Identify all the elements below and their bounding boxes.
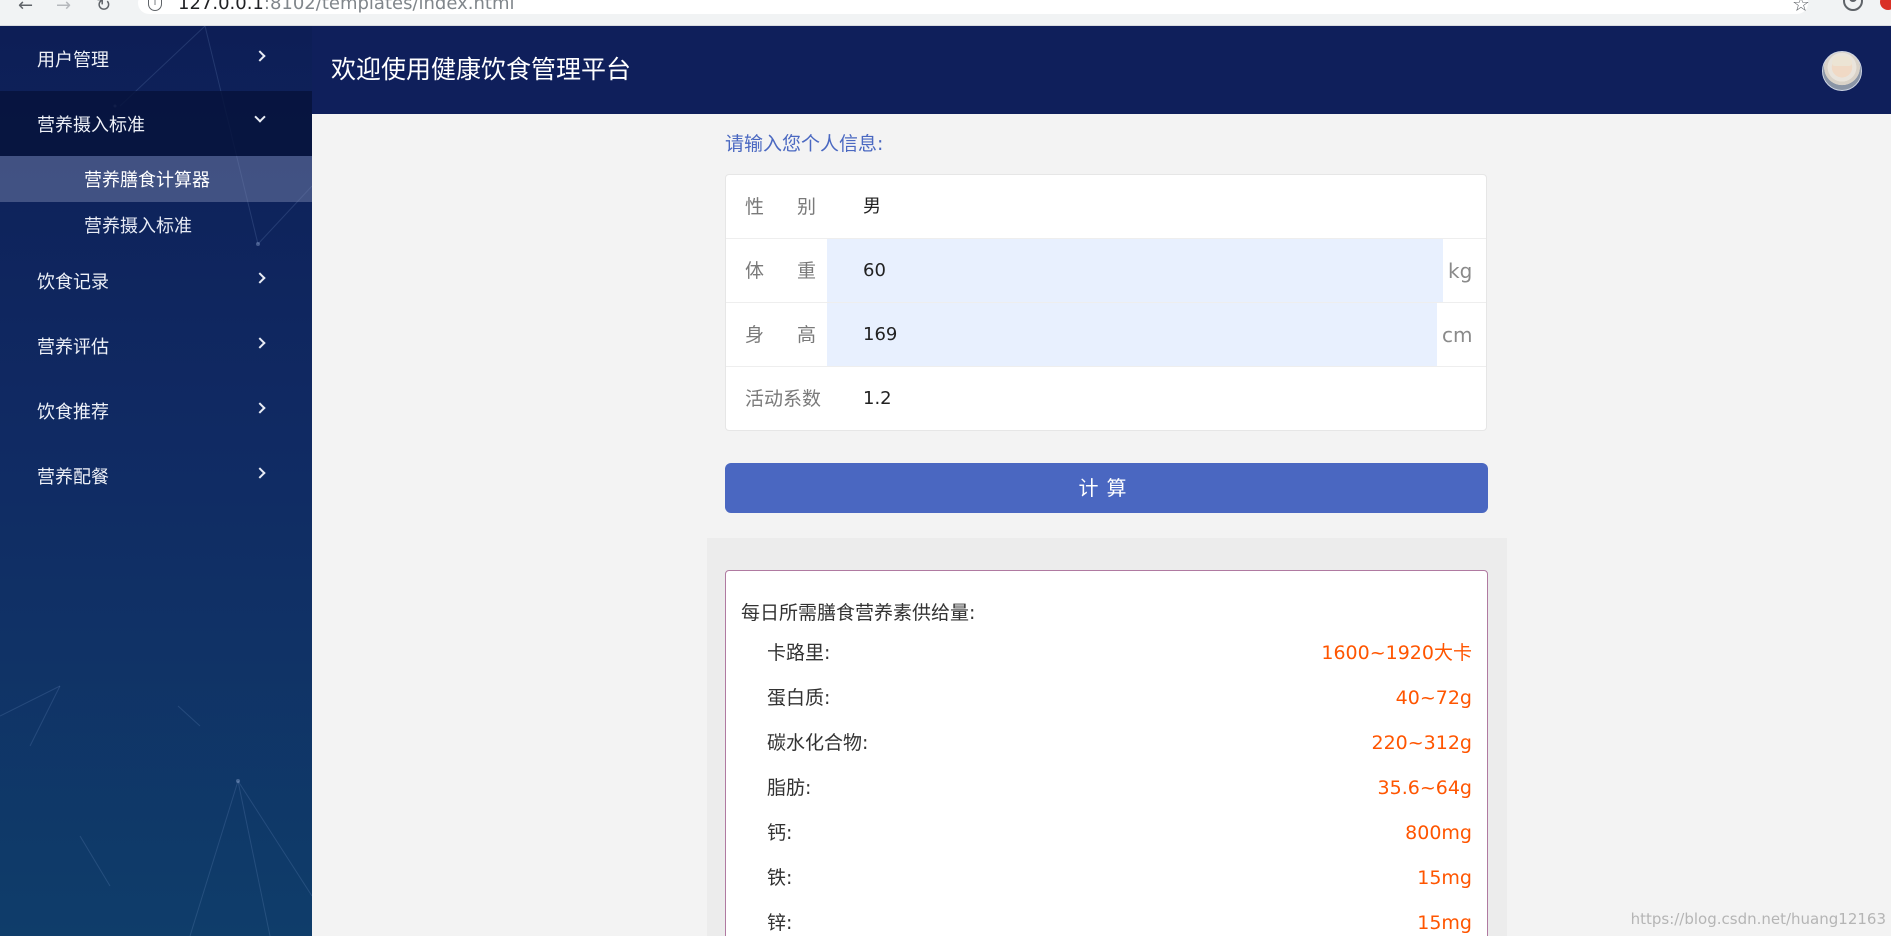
result-panel: 每日所需膳食营养素供给量: 卡路里: 1600~1920大卡 蛋白质: 40~7… — [707, 538, 1507, 936]
result-value: 40~72g — [1395, 687, 1472, 709]
sidebar-item-label: 营养摄入标准 — [37, 114, 145, 136]
activity-row: 活动系数 1.2 — [726, 367, 1486, 431]
result-row-zinc: 锌: 15mg — [726, 911, 1487, 936]
sidebar-item-diet-record[interactable]: 饮食记录 — [0, 248, 312, 313]
result-value: 220~312g — [1371, 732, 1472, 754]
result-row-protein: 蛋白质: 40~72g — [726, 686, 1487, 731]
height-row: 身高 169 cm — [726, 303, 1486, 367]
chevron-right-icon — [254, 272, 266, 284]
page-title: 欢迎使用健康饮食管理平台 — [331, 55, 632, 84]
result-label: 锌: — [767, 912, 793, 934]
avatar[interactable] — [1822, 51, 1862, 91]
result-row-carbohydrate: 碳水化合物: 220~312g — [726, 731, 1487, 776]
gender-label: 性别 — [745, 196, 850, 218]
chevron-right-icon — [254, 50, 266, 62]
sidebar-item-label: 营养评估 — [37, 336, 109, 358]
bookmark-star-icon[interactable]: ☆ — [1792, 0, 1810, 14]
sidebar-subitem-intake-standard[interactable]: 营养摄入标准 — [0, 202, 312, 248]
result-row-calories: 卡路里: 1600~1920大卡 — [726, 641, 1487, 686]
weight-unit: kg — [1448, 259, 1473, 283]
back-arrow-icon[interactable]: ← — [18, 0, 33, 15]
activity-label: 活动系数 — [745, 388, 822, 410]
sidebar-item-label: 饮食推荐 — [37, 401, 109, 423]
result-label: 卡路里: — [767, 642, 831, 664]
height-value[interactable]: 169 — [863, 323, 897, 347]
result-label: 脂肪: — [767, 777, 812, 799]
form-prompt: 请输入您个人信息: — [725, 133, 884, 155]
height-unit: cm — [1442, 323, 1473, 347]
sidebar-item-label: 用户管理 — [37, 49, 109, 71]
account-icon[interactable] — [1843, 0, 1863, 11]
browser-toolbar: ← → ↻ i 127.0.0.1:8102/templates/index.h… — [0, 0, 1891, 26]
personal-info-form: 性别 男 体重 60 kg 身高 169 cm 活动系数 1.2 — [725, 174, 1487, 431]
chevron-right-icon — [254, 467, 266, 479]
weight-input[interactable] — [827, 239, 1443, 302]
chevron-right-icon — [254, 337, 266, 349]
gender-field[interactable]: 男 — [863, 195, 881, 219]
result-row-iron: 铁: 15mg — [726, 866, 1487, 911]
sidebar-subitem-diet-calculator[interactable]: 营养膳食计算器 — [0, 156, 312, 202]
calculate-button[interactable]: 计算 — [725, 463, 1488, 513]
top-header: 欢迎使用健康饮食管理平台 — [312, 26, 1891, 114]
weight-value[interactable]: 60 — [863, 259, 886, 283]
address-url[interactable]: 127.0.0.1:8102/templates/index.html — [178, 0, 515, 14]
height-input[interactable] — [827, 303, 1437, 366]
reload-icon[interactable]: ↻ — [96, 0, 111, 15]
weight-row: 体重 60 kg — [726, 239, 1486, 303]
chevron-down-icon — [254, 111, 266, 123]
forward-arrow-icon[interactable]: → — [56, 0, 71, 15]
extension-icon[interactable] — [1880, 0, 1891, 10]
result-label: 铁: — [767, 867, 793, 889]
result-row-calcium: 钙: 800mg — [726, 821, 1487, 866]
sidebar-item-label: 营养配餐 — [37, 466, 109, 488]
result-value: 15mg — [1417, 912, 1472, 934]
result-heading: 每日所需膳食营养素供给量: — [741, 602, 976, 624]
sidebar-item-user-management[interactable]: 用户管理 — [0, 26, 312, 91]
sidebar-subitem-label: 营养摄入标准 — [84, 216, 192, 237]
main-content: 请输入您个人信息: 性别 男 体重 60 kg 身高 169 cm 活动系数 1… — [312, 114, 1891, 936]
result-value: 15mg — [1417, 867, 1472, 889]
gender-row: 性别 男 — [726, 175, 1486, 239]
result-value: 35.6~64g — [1377, 777, 1472, 799]
result-label: 蛋白质: — [767, 687, 831, 709]
result-value: 1600~1920大卡 — [1321, 642, 1472, 664]
result-value: 800mg — [1405, 822, 1472, 844]
activity-field[interactable]: 1.2 — [863, 387, 892, 411]
sidebar-item-nutrition-standard[interactable]: 营养摄入标准 — [0, 91, 312, 156]
sidebar-item-diet-recommendation[interactable]: 饮食推荐 — [0, 378, 312, 443]
result-row-fat: 脂肪: 35.6~64g — [726, 776, 1487, 821]
watermark: https://blog.csdn.net/huang12163 — [1630, 910, 1886, 928]
sidebar-subitem-label: 营养膳食计算器 — [84, 170, 210, 191]
result-card: 每日所需膳食营养素供给量: 卡路里: 1600~1920大卡 蛋白质: 40~7… — [725, 570, 1488, 936]
result-label: 钙: — [767, 822, 793, 844]
sidebar: 用户管理 营养摄入标准 营养膳食计算器 营养摄入标准 饮食记录 营养评估 饮食推… — [0, 26, 312, 936]
chevron-right-icon — [254, 402, 266, 414]
sidebar-item-nutrition-assessment[interactable]: 营养评估 — [0, 313, 312, 378]
result-label: 碳水化合物: — [767, 732, 869, 754]
sidebar-item-meal-planning[interactable]: 营养配餐 — [0, 443, 312, 508]
sidebar-item-label: 饮食记录 — [37, 271, 109, 293]
